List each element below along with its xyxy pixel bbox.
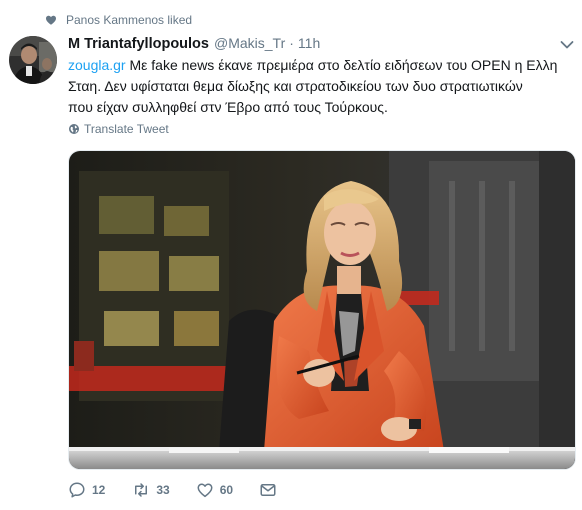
- tweet-text-line-1: Με fake news έκανε πρεμιέρα στο δελτίο ε…: [125, 57, 558, 73]
- separator-dot: ·: [289, 35, 294, 51]
- translate-tweet-button[interactable]: Translate Tweet: [68, 122, 169, 136]
- globe-icon: [69, 124, 79, 134]
- reply-icon: [69, 482, 85, 498]
- social-context: Panos Kammenos liked: [45, 11, 192, 29]
- heart-icon: [46, 15, 56, 25]
- retweet-count: 33: [156, 483, 170, 497]
- like-icon: [197, 483, 213, 498]
- tweet-timestamp[interactable]: 11h: [298, 35, 320, 51]
- like-count: 60: [219, 483, 234, 497]
- envelope-icon: [260, 484, 276, 496]
- tweet-header: M Triantafyllopoulos @Makis_Tr · 11h: [68, 35, 320, 52]
- author-name[interactable]: M Triantafyllopoulos: [68, 36, 209, 52]
- liked-by-text[interactable]: Panos Kammenos liked: [66, 13, 192, 27]
- tweet-text: zougla.gr Με fake news έκανε πρεμιέρα στ…: [68, 55, 568, 118]
- author-handle[interactable]: @Makis_Tr: [214, 35, 285, 51]
- retweet-icon: [135, 483, 148, 497]
- retweet-button[interactable]: 33: [132, 481, 170, 499]
- chevron-down-icon[interactable]: [560, 40, 574, 50]
- tweet-actions: 12 33 60: [68, 479, 283, 501]
- tweet-text-line-2: Σταη. Δεν υφίσταται θεμα δίωξης και στρα…: [68, 78, 523, 94]
- direct-message-button[interactable]: [259, 481, 283, 499]
- avatar[interactable]: [9, 36, 57, 84]
- tweet-media-image[interactable]: [68, 150, 576, 470]
- tweet-text-line-3: που είχαν συλληφθεί στν Έβρο από τους Το…: [68, 99, 388, 115]
- tweet-link[interactable]: zougla.gr: [68, 57, 126, 73]
- like-button[interactable]: 60: [196, 481, 233, 499]
- reply-count: 12: [92, 483, 106, 497]
- reply-button[interactable]: 12: [68, 481, 105, 499]
- translate-label: Translate Tweet: [84, 122, 169, 136]
